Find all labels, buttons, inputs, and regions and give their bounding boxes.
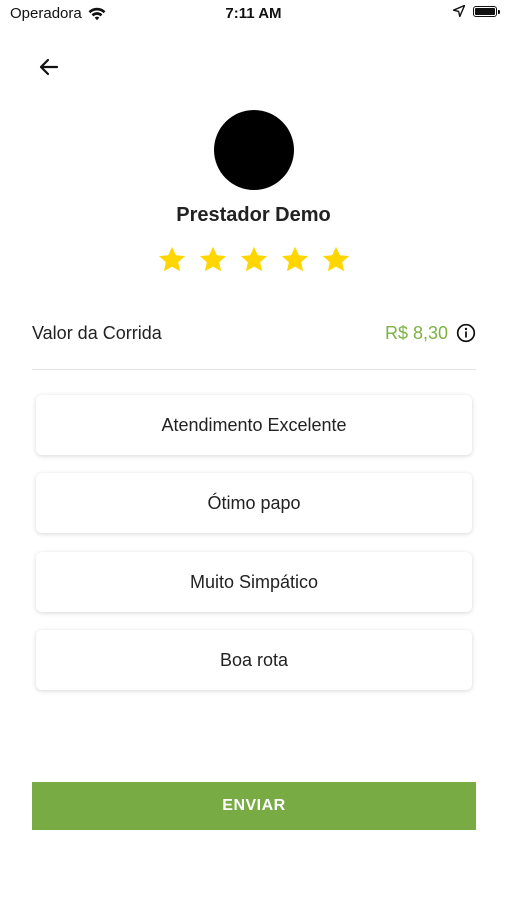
- fare-row: Valor da Corrida R$ 8,30: [32, 318, 476, 348]
- option-boa-rota[interactable]: Boa rota: [36, 630, 472, 690]
- star-icon[interactable]: [321, 245, 351, 275]
- arrow-left-icon: [39, 58, 59, 76]
- option-label: Atendimento Excelente: [161, 414, 347, 435]
- rating-stars[interactable]: [0, 245, 507, 275]
- avatar: [214, 110, 294, 190]
- battery-icon: [473, 5, 500, 17]
- submit-button[interactable]: ENVIAR: [32, 782, 476, 830]
- option-muito-simpatico[interactable]: Muito Simpático: [36, 552, 472, 612]
- fare-value-group: R$ 8,30: [385, 323, 476, 344]
- fare-value: R$ 8,30: [384, 322, 448, 343]
- location-arrow-icon: [453, 5, 465, 17]
- status-time: 7:11 AM: [225, 5, 282, 22]
- option-label: Boa rota: [219, 649, 289, 670]
- fare-label: Valor da Corrida: [32, 322, 162, 343]
- divider: [32, 369, 476, 370]
- star-icon[interactable]: [239, 245, 269, 275]
- status-bar: Operadora 7:11 AM: [0, 0, 507, 28]
- option-atendimento-excelente[interactable]: Atendimento Excelente: [36, 395, 472, 455]
- info-icon[interactable]: [456, 323, 476, 343]
- star-icon[interactable]: [280, 245, 310, 275]
- star-icon[interactable]: [198, 245, 228, 275]
- star-icon[interactable]: [157, 245, 187, 275]
- status-indicators: [453, 5, 500, 17]
- back-button[interactable]: [30, 48, 68, 86]
- provider-name: Prestador Demo: [176, 204, 331, 226]
- option-label: Muito Simpático: [189, 571, 319, 592]
- option-label: Ótimo papo: [207, 492, 301, 513]
- option-otimo-papo[interactable]: Ótimo papo: [36, 473, 472, 533]
